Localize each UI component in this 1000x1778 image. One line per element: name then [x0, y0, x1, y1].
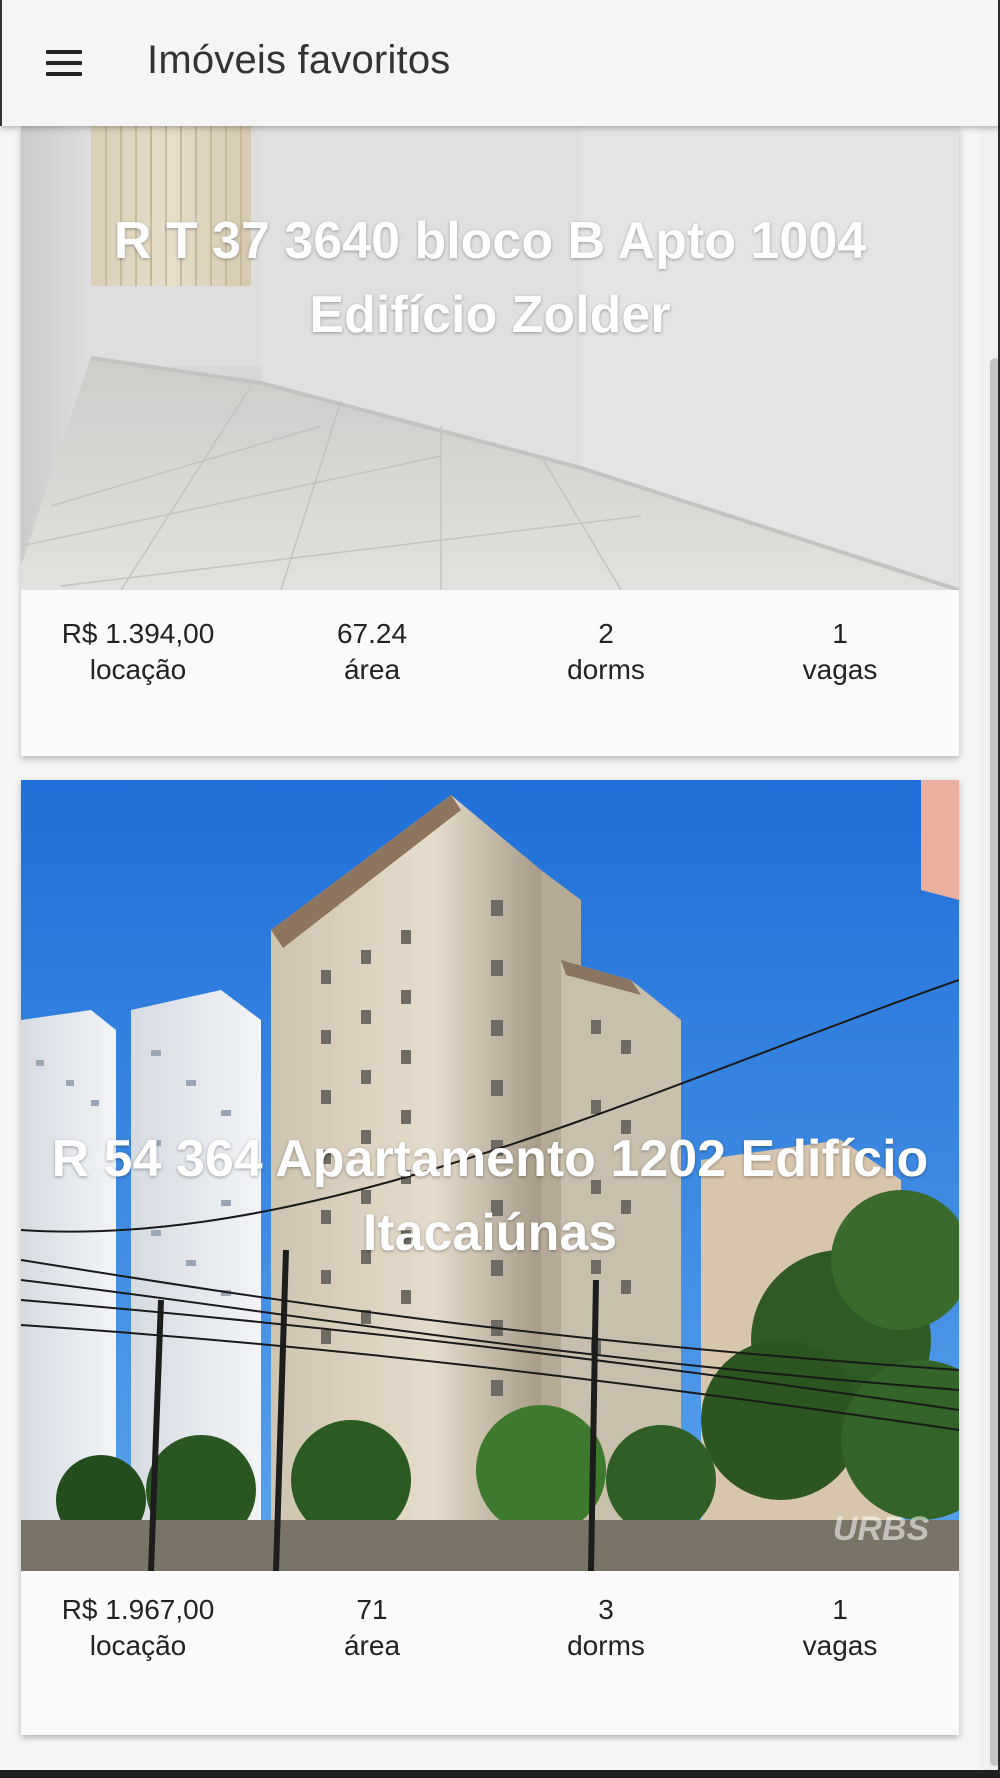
- dorms-stat: 2 dorms: [489, 616, 723, 688]
- listing-title: R 54 364 Apartamento 1202 Edifício Itaca…: [51, 1130, 929, 1262]
- vagas-stat: 1 vagas: [723, 1592, 957, 1664]
- menu-line: [46, 61, 82, 65]
- listing-card[interactable]: URBS R 54 364 Apartamento 1202 Edifício …: [21, 780, 959, 1735]
- price-stat: R$ 1.394,00 locação: [21, 616, 255, 688]
- area-label: área: [343, 654, 401, 685]
- apartment-room-image: [21, 126, 959, 590]
- price-label: locação: [89, 1630, 187, 1661]
- vagas-stat: 1 vagas: [723, 616, 957, 688]
- price-value: R$ 1.394,00: [61, 618, 215, 649]
- menu-line: [46, 72, 82, 76]
- app-screen: Imóveis favoritos R T 37 3640 bloco B Ap…: [0, 0, 1000, 1770]
- listing-stats: R$ 1.967,00 locação 71 área 3 dorms 1 va…: [21, 1592, 959, 1682]
- area-stat: 71 área: [255, 1592, 489, 1664]
- vagas-label: vagas: [802, 654, 878, 685]
- vagas-value: 1: [832, 1594, 848, 1625]
- listing-stats: R$ 1.394,00 locação 67.24 área 2 dorms 1…: [21, 616, 959, 706]
- area-label: área: [343, 1630, 401, 1661]
- watermark-logo: URBS: [833, 1510, 930, 1548]
- vagas-label: vagas: [802, 1630, 878, 1661]
- area-value: 67.24: [336, 618, 408, 649]
- listing-title: R T 37 3640 bloco B Apto 1004 Edifício Z…: [113, 212, 867, 344]
- dorms-value: 2: [598, 618, 614, 649]
- dorms-stat: 3 dorms: [489, 1592, 723, 1664]
- page-title: Imóveis favoritos: [147, 38, 451, 82]
- dorms-value: 3: [598, 1594, 614, 1625]
- price-value: R$ 1.967,00: [61, 1594, 215, 1625]
- menu-line: [46, 50, 82, 54]
- dorms-label: dorms: [567, 654, 645, 685]
- area-stat: 67.24 área: [255, 616, 489, 688]
- dorms-label: dorms: [567, 1630, 645, 1661]
- price-stat: R$ 1.967,00 locação: [21, 1592, 255, 1664]
- vagas-value: 1: [832, 618, 848, 649]
- price-label: locação: [89, 654, 187, 685]
- area-value: 71: [356, 1594, 388, 1625]
- app-bar: Imóveis favoritos: [0, 0, 998, 126]
- hamburger-menu-icon[interactable]: [40, 42, 86, 84]
- scrollbar-thumb[interactable]: [990, 358, 998, 1766]
- listing-card[interactable]: R T 37 3640 bloco B Apto 1004 Edifício Z…: [21, 126, 959, 756]
- listing-photo[interactable]: [21, 126, 959, 590]
